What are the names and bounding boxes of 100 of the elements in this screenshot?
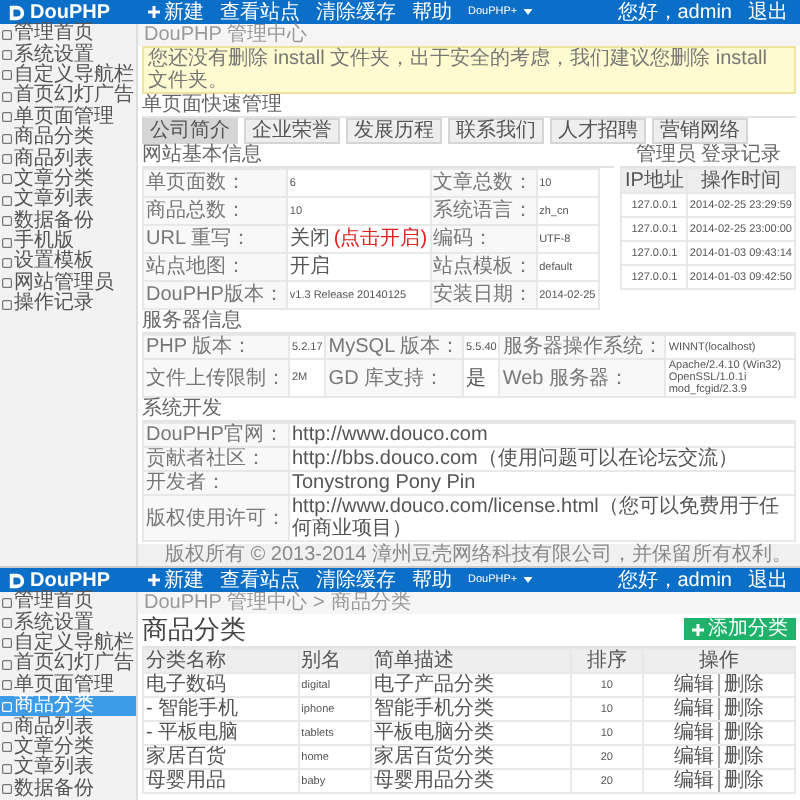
nav-link[interactable]: 查看站点 (220, 1, 300, 23)
action-link[interactable]: 编辑 (674, 770, 715, 792)
table-cell: DouPHP官网： (143, 423, 289, 447)
page-button[interactable]: 营销网络 (652, 118, 748, 144)
logo-icon (8, 571, 26, 589)
sidebar-item[interactable]: 操作记录 (0, 294, 136, 315)
square-icon (2, 722, 12, 733)
footer-text: 版权所有 © 2013-2014 漳州豆壳网络科技有限公司，并保留所有权利。 (138, 544, 800, 566)
nav-link[interactable]: 新建 (148, 569, 204, 591)
square-icon (2, 154, 12, 165)
nav-link[interactable]: 清除缓存 (316, 569, 396, 591)
page-button[interactable]: 公司简介 (142, 118, 238, 144)
column-header: 别名 (298, 649, 372, 673)
sidebar-item[interactable]: 单页面管理 (0, 107, 136, 128)
table-cell: 母婴用品分类 (371, 769, 571, 793)
table-cell: 单页面数： (143, 169, 287, 197)
square-icon (2, 597, 12, 608)
nav-link[interactable]: 帮助 (412, 1, 452, 23)
table-cell: 智能手机分类 (371, 697, 571, 721)
table-cell: PHP 版本： (143, 335, 289, 359)
action-link[interactable]: 删除 (718, 674, 765, 696)
table-cell: 电子产品分类 (371, 673, 571, 697)
sidebar-item[interactable]: 手机版 (0, 231, 136, 253)
plus-icon (148, 574, 160, 586)
square-icon (2, 216, 12, 227)
table-cell: 关闭 (点击开启) (286, 225, 431, 253)
logo-icon (8, 3, 26, 21)
table-cell: DouPHP版本： (143, 281, 287, 309)
action-link[interactable]: 删除 (718, 698, 765, 720)
nav-link[interactable]: 帮助 (412, 569, 452, 591)
action-link[interactable]: 删除 (718, 770, 765, 792)
action-link[interactable]: 编辑 (674, 722, 715, 744)
sidebar-item[interactable]: 首页幻灯广告 (0, 654, 136, 676)
action-link[interactable]: 编辑 (674, 746, 715, 768)
sidebar-item[interactable]: 网站管理员 (0, 273, 136, 295)
square-icon (2, 618, 12, 629)
user-greeting[interactable]: 您好，admin (617, 1, 732, 23)
action-link[interactable]: 删除 (718, 746, 765, 768)
table-cell: 文件上传限制： (143, 359, 289, 397)
sidebar-item[interactable]: 数据备份 (0, 211, 136, 232)
sidebar-item[interactable]: 管理首页 (0, 24, 136, 45)
column-header: IP地址 (621, 169, 687, 193)
column-header: 操作时间 (686, 169, 795, 193)
page-title: 商品分类 (142, 614, 246, 644)
square-icon (2, 278, 12, 289)
caret-icon (521, 574, 534, 586)
sidebar-item[interactable]: 文章列表 (0, 190, 136, 212)
sidebar-item[interactable]: 文章列表 (0, 758, 136, 780)
nav-link[interactable]: 查看站点 (220, 569, 300, 591)
sidebar-item[interactable]: 首页幻灯广告 (0, 86, 136, 108)
table-cell: 母婴用品 (143, 769, 299, 793)
table-cell: http://bbs.douco.com（使用问题可以在论坛交流） (289, 447, 795, 471)
column-header: 操作 (643, 649, 795, 673)
square-icon (2, 638, 12, 649)
table-cell: 开发者： (143, 471, 289, 495)
enable-link[interactable]: (点击开启) (333, 228, 428, 250)
table-cell: Tonystrong Pony Pin (289, 471, 795, 495)
sidebar-item[interactable]: 系统设置 (0, 44, 136, 66)
table-cell: 站点模板： (430, 253, 537, 281)
table-cell: MySQL 版本： (325, 335, 464, 359)
table-cell: 平板电脑分类 (371, 721, 571, 745)
action-link[interactable]: 删除 (718, 722, 765, 744)
sidebar-item[interactable]: 系统设置 (0, 612, 136, 634)
table-cell: URL 重写： (143, 225, 287, 253)
table-cell: 服务器操作系统： (499, 335, 666, 359)
square-icon (2, 701, 12, 712)
logo[interactable]: DouPHP (8, 569, 132, 591)
logout-link[interactable]: 退出 (748, 569, 788, 591)
logo[interactable]: DouPHP (8, 1, 132, 23)
sidebar-item[interactable]: 设置模板 (0, 252, 136, 274)
table-cell: 开启 (286, 253, 431, 281)
sidebar-item[interactable]: 管理首页 (0, 592, 136, 613)
square-icon (2, 174, 12, 185)
sidebar-item[interactable]: 单页面管理 (0, 675, 136, 696)
caret-icon (521, 6, 534, 18)
action-link[interactable]: 编辑 (674, 674, 715, 696)
page-button[interactable]: 企业荣誉 (244, 118, 340, 144)
table-cell: 商品总数： (143, 197, 287, 225)
square-icon (2, 763, 12, 774)
logout-link[interactable]: 退出 (748, 1, 788, 23)
sidebar-item[interactable]: 数据备份 (0, 779, 136, 800)
nav-link[interactable]: 新建 (148, 1, 204, 23)
sidebar-item[interactable]: 商品分类 (0, 127, 136, 149)
user-greeting[interactable]: 您好，admin (617, 569, 732, 591)
square-icon (2, 91, 12, 102)
square-icon (2, 784, 12, 795)
table-cell: GD 库支持： (325, 359, 464, 397)
plus-icon (692, 623, 704, 635)
table-cell: http://www.douco.com (289, 423, 795, 447)
plus-icon (148, 6, 160, 18)
nav-link[interactable]: 清除缓存 (316, 1, 396, 23)
sidebar-item[interactable]: 商品列表 (0, 716, 136, 738)
square-icon (2, 112, 12, 123)
action-link[interactable]: 编辑 (674, 698, 715, 720)
page-button[interactable]: 发展历程 (346, 118, 442, 144)
square-icon (2, 680, 12, 691)
sidebar-item[interactable]: 商品列表 (0, 148, 136, 170)
page-button[interactable]: 联系我们 (448, 118, 544, 144)
square-icon (2, 659, 12, 670)
page-button[interactable]: 人才招聘 (550, 118, 646, 144)
